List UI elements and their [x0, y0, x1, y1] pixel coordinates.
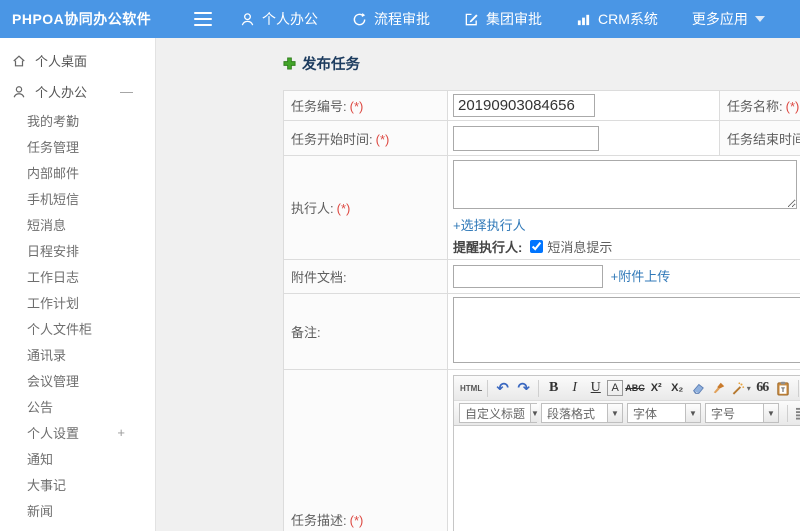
executor-label: 执行人: (*) — [283, 155, 448, 260]
underline-button[interactable]: U — [586, 378, 605, 398]
task-no-label: 任务编号: (*) — [283, 90, 448, 121]
sidebar-item-news[interactable]: 新闻 — [0, 497, 155, 523]
sidebar-item-personal-office[interactable]: 个人办公 — — [0, 76, 155, 107]
task-no-input[interactable] — [453, 94, 595, 117]
strikethrough-button[interactable]: ABC — [625, 378, 645, 398]
remark-textarea[interactable] — [453, 297, 800, 363]
sidebar-item-schedule[interactable]: 日程安排 — [0, 237, 155, 263]
page-title: 发布任务 — [283, 53, 800, 74]
paragraph-format-select[interactable]: 段落格式 ▼ — [541, 403, 623, 423]
rich-text-editor: HTML ↶ ↷ B I U A ABC X² X₂ ▾ 66 T 自定义标题 … — [453, 375, 800, 531]
superscript-button[interactable]: X² — [647, 378, 666, 398]
sidebar-item-personal-files[interactable]: 个人文件柜 — [0, 315, 155, 341]
top-nav: 个人办公 流程审批 集团审批 CRM系统 更多应用 — [240, 9, 799, 29]
editor-content-area[interactable] — [454, 426, 800, 531]
bar-chart-icon — [577, 14, 590, 25]
svg-text:T: T — [781, 387, 785, 394]
caret-down-icon: ▼ — [530, 404, 539, 422]
caret-down-icon: ▼ — [763, 404, 778, 422]
nav-crm-system[interactable]: CRM系统 — [576, 9, 658, 29]
sidebar-item-mobile-sms[interactable]: 手机短信 — [0, 185, 155, 211]
nav-label: 流程审批 — [374, 11, 430, 27]
autoformat-wand-icon[interactable]: ▾ — [731, 378, 751, 398]
caret-down-icon: ▼ — [607, 404, 622, 422]
align-left-icon[interactable] — [793, 403, 800, 423]
font-family-select[interactable]: 字体 ▼ — [627, 403, 701, 423]
sidebar-item-internal-mail[interactable]: 内部邮件 — [0, 159, 155, 185]
sidebar-item-personal-desktop[interactable]: 个人桌面 — [0, 45, 155, 76]
process-approval-icon — [353, 12, 366, 25]
start-time-input[interactable] — [453, 125, 599, 151]
sidebar-item-meeting-management[interactable]: 会议管理 — [0, 367, 155, 393]
format-brush-icon[interactable] — [710, 378, 729, 398]
nav-label: CRM系统 — [598, 11, 658, 27]
sidebar-item-short-message[interactable]: 短消息 — [0, 211, 155, 237]
font-size-select[interactable]: 字号 ▼ — [705, 403, 779, 423]
attachment-input[interactable] — [453, 265, 603, 288]
executor-textarea[interactable] — [453, 160, 797, 209]
task-description-label: 任务描述: (*) — [283, 369, 448, 531]
sidebar-item-work-plan[interactable]: 工作计划 — [0, 289, 155, 315]
sidebar-item-announcement[interactable]: 公告 — [0, 393, 155, 419]
caret-down-icon: ▾ — [746, 383, 751, 393]
sms-remind-checkbox[interactable] — [530, 240, 544, 253]
start-time-label: 任务开始时间: (*) — [283, 120, 448, 156]
subscript-button[interactable]: X₂ — [668, 378, 687, 398]
choose-executor-link[interactable]: +选择执行人 — [453, 218, 526, 233]
collapse-icon[interactable]: — — [120, 84, 133, 99]
nav-more-apps[interactable]: 更多应用 — [692, 9, 765, 29]
sidebar-item-my-attendance[interactable]: 我的考勤 — [0, 107, 155, 133]
sidebar-item-personal-settings[interactable]: 个人设置 + — [0, 419, 155, 445]
font-style-button[interactable]: A — [607, 380, 624, 396]
nav-label: 个人办公 — [262, 11, 318, 27]
sms-remind-label: 短消息提示 — [547, 240, 613, 255]
add-icon — [283, 57, 296, 70]
main-content: 发布任务 任务编号:(*) 任务名称:(*) 任务开始时间:(*) 任务结束时 — [157, 38, 800, 531]
eraser-icon[interactable] — [689, 378, 708, 398]
sidebar-item-label: 个人办公 — [35, 85, 88, 100]
user-icon — [241, 12, 254, 25]
nav-process-approval[interactable]: 流程审批 — [352, 9, 430, 29]
sidebar: 个人桌面 个人办公 — 我的考勤 任务管理 内部邮件 手机短信 短消息 日程安排… — [0, 38, 156, 531]
edit-square-icon — [465, 13, 478, 25]
nav-label: 更多应用 — [691, 11, 748, 27]
sidebar-item-label: 个人桌面 — [35, 54, 88, 69]
app-logo: PHPOA协同办公软件 — [12, 11, 152, 27]
sidebar-item-task-management[interactable]: 任务管理 — [0, 133, 155, 159]
sidebar-item-work-log[interactable]: 工作日志 — [0, 263, 155, 289]
caret-down-icon — [754, 16, 765, 22]
nav-personal-office[interactable]: 个人办公 — [240, 9, 318, 29]
html-source-button[interactable]: HTML — [460, 378, 482, 398]
paste-text-icon[interactable]: T — [774, 378, 793, 398]
caret-down-icon: ▼ — [685, 404, 700, 422]
expand-icon[interactable]: + — [117, 425, 125, 440]
undo-icon[interactable]: ↶ — [493, 378, 512, 398]
heading-select[interactable]: 自定义标题 ▼ — [459, 403, 539, 423]
attachment-upload-link[interactable]: +附件上传 — [611, 269, 671, 284]
editor-toolbar-row1: HTML ↶ ↷ B I U A ABC X² X₂ ▾ 66 T — [454, 376, 800, 401]
user-icon — [13, 85, 25, 97]
editor-toolbar-row2: 自定义标题 ▼ 段落格式 ▼ 字体 ▼ 字号 ▼ — [454, 401, 800, 426]
remind-executor-label: 提醒执行人: — [453, 240, 523, 255]
nav-label: 集团审批 — [486, 11, 542, 27]
hamburger-menu-icon[interactable] — [194, 12, 212, 26]
sidebar-item-contacts[interactable]: 通讯录 — [0, 341, 155, 367]
bold-button[interactable]: B — [544, 378, 563, 398]
blockquote-button[interactable]: 66 — [753, 378, 772, 398]
end-time-label: 任务结束时间:(*) — [719, 120, 800, 156]
attachment-label: 附件文档: — [283, 259, 448, 294]
task-name-label: 任务名称: (*) — [719, 90, 800, 121]
remark-label: 备注: — [283, 293, 448, 370]
italic-button[interactable]: I — [565, 378, 584, 398]
publish-task-form: 任务编号:(*) 任务名称:(*) 任务开始时间:(*) 任务结束时间:(*) — [283, 90, 800, 531]
nav-group-approval[interactable]: 集团审批 — [464, 9, 542, 29]
home-icon — [13, 54, 25, 66]
sidebar-item-notice[interactable]: 通知 — [0, 445, 155, 471]
top-bar: PHPOA协同办公软件 个人办公 流程审批 集团审批 CRM系统 更多应用 — [0, 0, 800, 38]
redo-icon[interactable]: ↷ — [514, 378, 533, 398]
sidebar-item-memorabilia[interactable]: 大事记 — [0, 471, 155, 497]
